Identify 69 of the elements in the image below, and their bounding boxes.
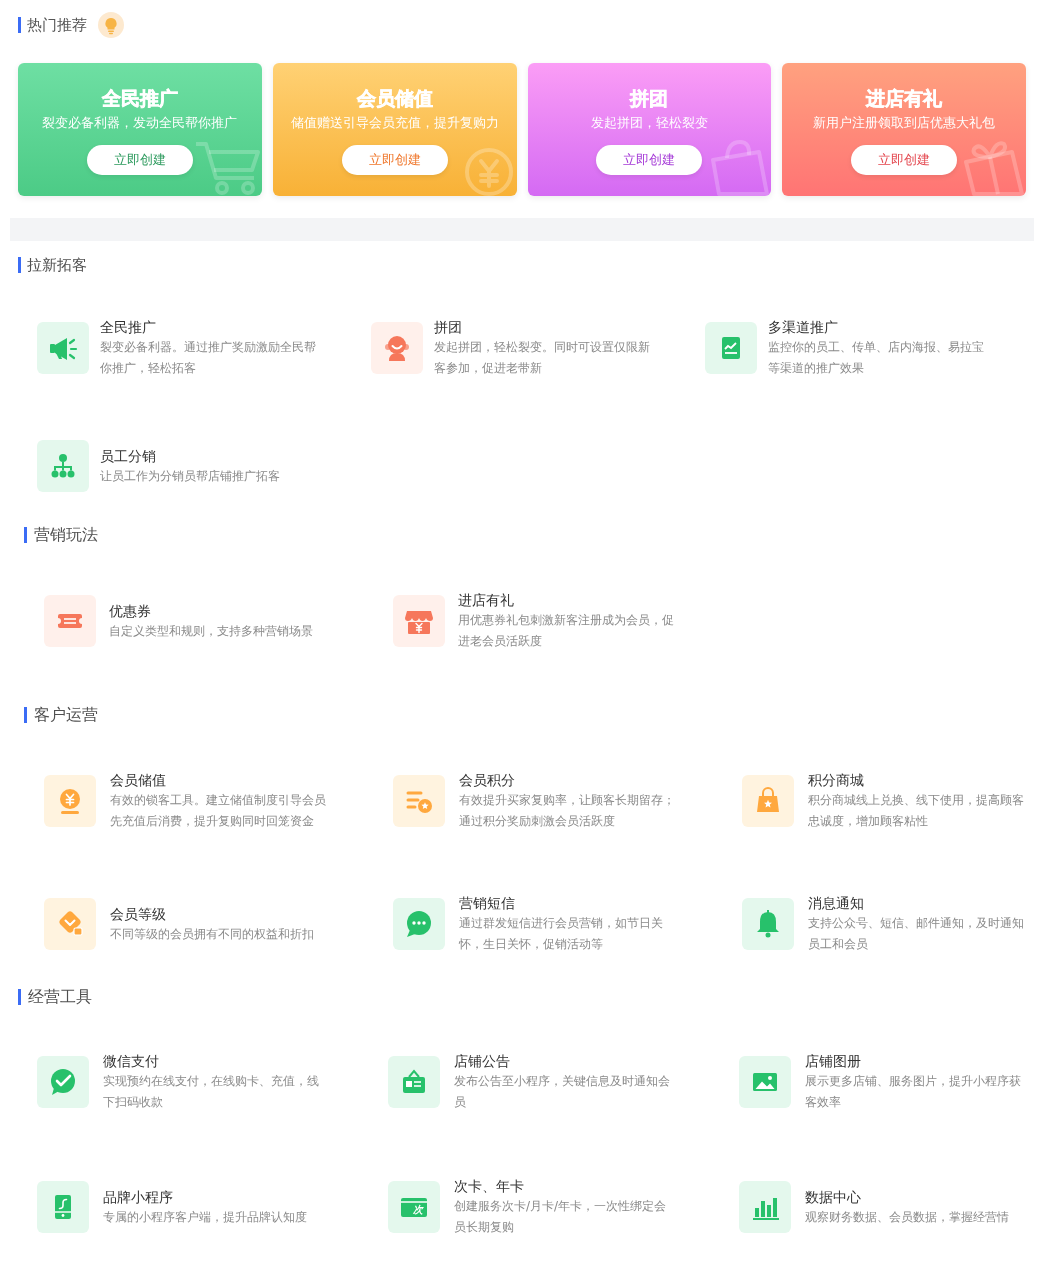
shop-icon (393, 595, 445, 647)
feature-description: 观察财务数据、会员数据，掌握经营情 (805, 1208, 1009, 1226)
feature-description: 有效提升买家复购率，让顾客长期留存；通过积分奖励刺激会员活跃度 (459, 792, 676, 830)
section-title: 营销玩法 (24, 527, 98, 543)
feature-description: 专属的小程序客户端，提升品牌认知度 (103, 1208, 307, 1226)
feature-title[interactable]: 进店有礼 (458, 590, 514, 610)
check-bubble-icon (37, 1056, 89, 1108)
feature-description: 实现预约在线支付，在线购卡、充值，线下扫码收款 (103, 1073, 320, 1111)
feature-title[interactable]: 会员等级 (110, 903, 166, 924)
feature-title[interactable]: 营销短信 (459, 893, 515, 913)
chat-icon (393, 898, 445, 950)
feature-title[interactable]: 微信支付 (103, 1051, 159, 1071)
feature-description: 积分商城线上兑换、线下使用，提高顾客忠诚度，增加顾客粘性 (808, 792, 1025, 830)
feature-description: 自定义类型和规则，支持多种营销场景 (109, 622, 313, 640)
feature-title[interactable]: 会员积分 (459, 770, 515, 790)
image-icon (739, 1056, 791, 1108)
megaphone-icon (37, 322, 89, 374)
phone-icon (37, 1181, 89, 1233)
card-subtitle: 储值赠送引导会员充值，提升复购力 (290, 114, 499, 132)
feature-title[interactable]: 店铺图册 (805, 1051, 861, 1071)
feature-description: 让员工作为分销员帮店铺推广拓客 (100, 467, 280, 485)
card-title: 进店有礼 (866, 86, 943, 110)
card-title: 拼团 (630, 86, 669, 110)
card-subtitle: 发起拼团，轻松裂变 (590, 114, 708, 132)
icon-label: 次 (413, 1204, 423, 1215)
chart-document-icon (705, 322, 757, 374)
feature-description: 支持公众号、短信、邮件通知，及时通知员工和会员 (808, 915, 1025, 953)
feature-description: 有效的锁客工具。建立储值制度引导会员先充值后消费，提升复购同时回笼资金 (110, 792, 327, 830)
feature-title[interactable]: 次卡、年卡 (454, 1176, 524, 1196)
card-subtitle: 新用户注册领取到店优惠大礼包 (813, 114, 996, 132)
feature-description: 发起拼团，轻松裂变。同时可设置仅限新客参加，促进老带新 (434, 339, 651, 377)
feature-description: 监控你的员工、传单、店内海报、易拉宝等渠道的推广效果 (768, 339, 985, 377)
section-title: 客户运营 (24, 707, 98, 723)
feature-description: 创建服务次卡/月卡/年卡，一次性绑定会员长期复购 (454, 1198, 668, 1236)
feature-title[interactable]: 会员储值 (110, 770, 166, 790)
coin-icon (44, 775, 96, 827)
ticket-icon (44, 595, 96, 647)
feature-title[interactable]: 数据中心 (805, 1186, 861, 1207)
feature-title[interactable]: 多渠道推广 (768, 317, 838, 337)
feature-description: 不同等级的会员拥有不同的权益和折扣 (110, 925, 314, 943)
feature-title[interactable]: 店铺公告 (454, 1051, 510, 1071)
feature-title[interactable]: 品牌小程序 (103, 1186, 173, 1207)
feature-description: 展示更多店铺、服务图片，提升小程序获客效率 (805, 1073, 1022, 1111)
org-chart-icon (37, 440, 89, 492)
feature-title[interactable]: 消息通知 (808, 893, 864, 913)
card-subtitle: 裂变必备利器，发动全民帮你推广 (42, 114, 238, 132)
create-button[interactable]: 立即创建 (86, 145, 193, 175)
bar-chart-icon (739, 1181, 791, 1233)
create-button[interactable]: 立即创建 (851, 145, 958, 175)
feature-description: 发布公告至小程序，关键信息及时通知会员 (454, 1073, 671, 1111)
feature-title[interactable]: 积分商城 (808, 770, 864, 790)
card-title: 全民推广 (101, 86, 178, 110)
feature-title[interactable]: 拼团 (434, 317, 462, 337)
card-title: 会员储值 (356, 86, 433, 110)
feature-description: 用优惠券礼包刺激新客注册成为会员，促进老会员活跃度 (458, 612, 675, 650)
feature-title[interactable]: 优惠券 (109, 600, 151, 621)
create-button[interactable]: 立即创建 (596, 145, 703, 175)
badge-card-icon (388, 1056, 440, 1108)
feature-title[interactable]: 员工分销 (100, 445, 156, 466)
section-title: 热门推荐 (18, 17, 87, 33)
section-title: 拉新拓客 (18, 257, 87, 273)
section-title: 经营工具 (18, 989, 92, 1005)
feature-description: 裂变必备利器。通过推广奖励激励全民帮你推广，轻松拓客 (100, 339, 317, 377)
bell-icon (742, 898, 794, 950)
feature-description: 通过群发短信进行会员营销，如节日关怀，生日关怀，促销活动等 (459, 915, 664, 953)
shopping-bag-icon (742, 775, 794, 827)
person-icon (371, 322, 423, 374)
feature-title[interactable]: 全民推广 (100, 317, 156, 337)
lightbulb-icon (98, 12, 124, 38)
